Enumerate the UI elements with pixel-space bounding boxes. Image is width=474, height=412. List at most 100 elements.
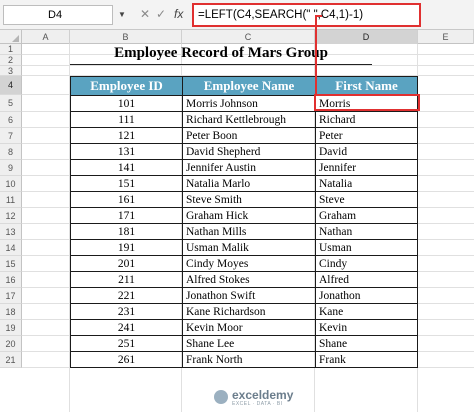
row-header-15[interactable]: 15 — [0, 256, 22, 272]
cell-employee-name[interactable]: Cindy Moyes — [182, 255, 316, 272]
row-header-1[interactable]: 1 — [0, 44, 22, 55]
row-header-16[interactable]: 16 — [0, 272, 22, 288]
cell-employee-id[interactable]: 211 — [70, 271, 183, 288]
row-header-21[interactable]: 21 — [0, 352, 22, 368]
table-row: 251 Shane Lee Shane — [70, 335, 418, 352]
cell-employee-name[interactable]: Graham Hick — [182, 207, 316, 224]
column-header-c[interactable]: C — [182, 30, 315, 44]
annotation-arrow — [315, 17, 317, 95]
formula-input[interactable]: =LEFT(C4,SEARCH(" ",C4,1)-1) — [192, 3, 421, 27]
cell-employee-id[interactable]: 161 — [70, 191, 183, 208]
header-first-name[interactable]: First Name — [315, 76, 418, 96]
cell-employee-name[interactable]: Jennifer Austin — [182, 159, 316, 176]
cell-employee-name[interactable]: Kevin Moor — [182, 319, 316, 336]
cell-employee-name[interactable]: David Shepherd — [182, 143, 316, 160]
cell-employee-id[interactable]: 251 — [70, 335, 183, 352]
cell-employee-name[interactable]: Alfred Stokes — [182, 271, 316, 288]
name-box[interactable]: D4 — [3, 5, 113, 25]
cell-employee-id[interactable]: 191 — [70, 239, 183, 256]
cell-employee-name[interactable]: Steve Smith — [182, 191, 316, 208]
table-row: 191 Usman Malik Usman — [70, 239, 418, 256]
cell-employee-name[interactable]: Natalia Marlo — [182, 175, 316, 192]
column-header-b[interactable]: B — [70, 30, 182, 44]
enter-icon[interactable]: ✓ — [156, 7, 166, 21]
column-header-e[interactable]: E — [418, 30, 474, 44]
cell-employee-id[interactable]: 101 — [70, 95, 183, 112]
row-header-17[interactable]: 17 — [0, 288, 22, 304]
grid-line — [22, 65, 474, 66]
cell-employee-name[interactable]: Peter Boon — [182, 127, 316, 144]
cell-employee-id[interactable]: 141 — [70, 159, 183, 176]
cell-first-name[interactable]: Shane — [315, 335, 418, 352]
cell-employee-id[interactable]: 231 — [70, 303, 183, 320]
cell-employee-id[interactable]: 201 — [70, 255, 183, 272]
row-header-6[interactable]: 6 — [0, 112, 22, 128]
cell-first-name[interactable]: Steve — [315, 191, 418, 208]
cell-first-name[interactable]: Cindy — [315, 255, 418, 272]
cell-employee-id[interactable]: 241 — [70, 319, 183, 336]
table-row: 181 Nathan Mills Nathan — [70, 223, 418, 240]
cell-employee-name[interactable]: Nathan Mills — [182, 223, 316, 240]
row-header-7[interactable]: 7 — [0, 128, 22, 144]
fx-icon[interactable]: fx — [174, 7, 183, 21]
cell-first-name[interactable]: Peter — [315, 127, 418, 144]
table-header-row: Employee ID Employee Name First Name — [70, 76, 418, 96]
cell-employee-id[interactable]: 171 — [70, 207, 183, 224]
table-row: 241 Kevin Moor Kevin — [70, 319, 418, 336]
cell-first-name[interactable]: Jonathon — [315, 287, 418, 304]
cell-employee-id[interactable]: 181 — [70, 223, 183, 240]
header-employee-name[interactable]: Employee Name — [182, 76, 316, 96]
cell-employee-name[interactable]: Jonathon Swift — [182, 287, 316, 304]
row-header-20[interactable]: 20 — [0, 336, 22, 352]
row-header-3[interactable]: 3 — [0, 66, 22, 76]
cell-first-name[interactable]: Kevin — [315, 319, 418, 336]
cell-first-name[interactable]: Jennifer — [315, 159, 418, 176]
table-row: 141 Jennifer Austin Jennifer — [70, 159, 418, 176]
cell-first-name[interactable]: Kane — [315, 303, 418, 320]
row-header-18[interactable]: 18 — [0, 304, 22, 320]
cell-first-name[interactable]: David — [315, 143, 418, 160]
cell-employee-name[interactable]: Frank North — [182, 351, 316, 368]
row-header-14[interactable]: 14 — [0, 240, 22, 256]
row-header-8[interactable]: 8 — [0, 144, 22, 160]
row-header-9[interactable]: 9 — [0, 160, 22, 176]
row-header-11[interactable]: 11 — [0, 192, 22, 208]
cell-first-name[interactable]: Alfred — [315, 271, 418, 288]
cell-employee-id[interactable]: 261 — [70, 351, 183, 368]
cell-employee-name[interactable]: Kane Richardson — [182, 303, 316, 320]
cell-employee-id[interactable]: 221 — [70, 287, 183, 304]
column-header-a[interactable]: A — [22, 30, 70, 44]
cell-employee-id[interactable]: 131 — [70, 143, 183, 160]
cell-first-name[interactable]: Natalia — [315, 175, 418, 192]
cell-employee-name[interactable]: Morris Johnson — [182, 95, 316, 112]
selected-cell-highlight — [314, 94, 420, 111]
cell-employee-name[interactable]: Shane Lee — [182, 335, 316, 352]
row-header-13[interactable]: 13 — [0, 224, 22, 240]
cell-first-name[interactable]: Usman — [315, 239, 418, 256]
chevron-down-icon[interactable]: ▼ — [116, 5, 128, 25]
header-employee-id[interactable]: Employee ID — [70, 76, 183, 96]
table-row: 231 Kane Richardson Kane — [70, 303, 418, 320]
select-all-button[interactable] — [0, 30, 22, 44]
row-header-4[interactable]: 4 — [0, 76, 22, 95]
row-header-10[interactable]: 10 — [0, 176, 22, 192]
cell-employee-name[interactable]: Richard Kettlebrough — [182, 111, 316, 128]
select-all-icon — [12, 35, 19, 42]
row-header-19[interactable]: 19 — [0, 320, 22, 336]
cell-first-name[interactable]: Richard — [315, 111, 418, 128]
row-header-5[interactable]: 5 — [0, 95, 22, 112]
column-header-d[interactable]: D — [315, 30, 418, 44]
table-row: 221 Jonathon Swift Jonathon — [70, 287, 418, 304]
cell-first-name[interactable]: Nathan — [315, 223, 418, 240]
row-header-12[interactable]: 12 — [0, 208, 22, 224]
cell-employee-id[interactable]: 151 — [70, 175, 183, 192]
table-row: 151 Natalia Marlo Natalia — [70, 175, 418, 192]
cell-employee-id[interactable]: 111 — [70, 111, 183, 128]
table-row: 171 Graham Hick Graham — [70, 207, 418, 224]
cancel-icon[interactable]: ✕ — [140, 7, 150, 21]
cell-employee-name[interactable]: Usman Malik — [182, 239, 316, 256]
cell-first-name[interactable]: Frank — [315, 351, 418, 368]
row-header-2[interactable]: 2 — [0, 55, 22, 66]
cell-employee-id[interactable]: 121 — [70, 127, 183, 144]
cell-first-name[interactable]: Graham — [315, 207, 418, 224]
